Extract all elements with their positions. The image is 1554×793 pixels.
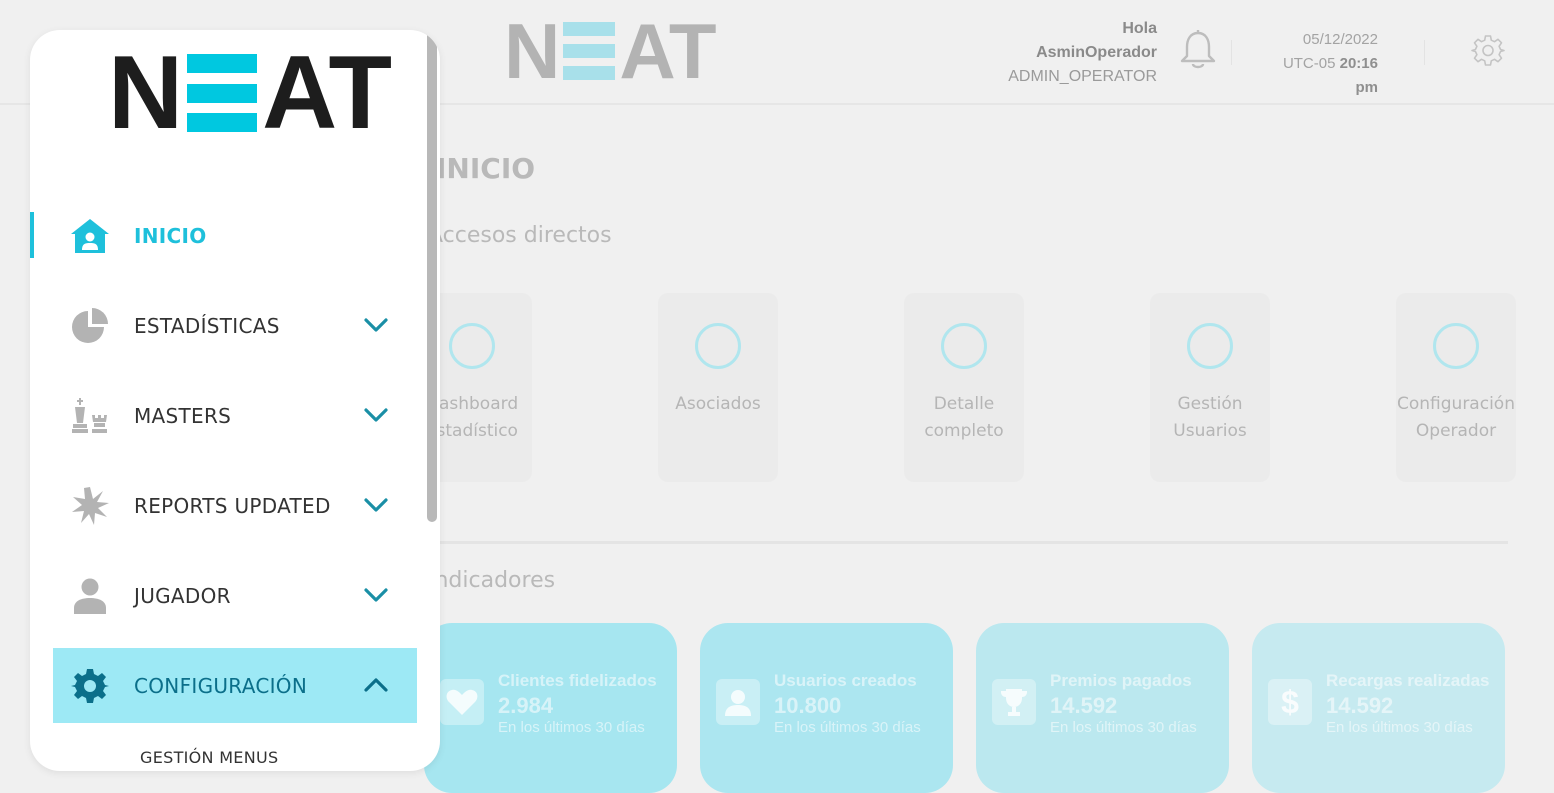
indicators-section-title: Indicadores bbox=[428, 568, 556, 593]
timezone: UTC-05 bbox=[1282, 55, 1336, 72]
indicator-title: Recargas realizadas bbox=[1326, 671, 1490, 690]
date-time: 05/12/2022 UTC-05 20:16 pm bbox=[1258, 28, 1378, 100]
shortcut-card-detalle[interactable]: Detalle completo bbox=[904, 293, 1024, 482]
shortcut-circle-icon bbox=[695, 323, 741, 369]
logo-letter-n: N bbox=[504, 7, 560, 95]
chevron-down-icon[interactable] bbox=[362, 585, 390, 605]
greeting: Hola bbox=[1122, 20, 1157, 37]
sidebar-subitem-gestion-menus[interactable]: GESTIÓN MENUS bbox=[140, 748, 278, 767]
sidebar-item-jugador[interactable]: JUGADOR bbox=[30, 558, 417, 633]
shortcut-label: Detalle completo bbox=[924, 394, 1004, 441]
settings-gear-icon[interactable] bbox=[1471, 33, 1505, 67]
chevron-down-icon[interactable] bbox=[362, 405, 390, 425]
header-divider bbox=[1231, 40, 1232, 65]
logo-letters-at: AT bbox=[262, 35, 392, 151]
chess-pieces-icon bbox=[69, 397, 111, 435]
sidebar-menu: N AT INICIO ESTADÍSTICAS MASTERS REPORTS… bbox=[30, 30, 440, 771]
shortcut-circle-icon bbox=[941, 323, 987, 369]
person-icon bbox=[69, 577, 111, 615]
user-role: ADMIN_OPERATOR bbox=[1008, 68, 1157, 85]
home-user-icon bbox=[69, 217, 111, 255]
active-indicator bbox=[30, 212, 34, 258]
indicator-value: 10.800 bbox=[774, 693, 842, 718]
indicator-value: 14.592 bbox=[1050, 693, 1118, 718]
sidebar-item-inicio[interactable]: INICIO bbox=[30, 198, 417, 273]
bell-icon[interactable] bbox=[1178, 28, 1218, 72]
shortcut-label: Asociados bbox=[675, 394, 761, 414]
shortcut-circle-icon bbox=[449, 323, 495, 369]
shortcut-card-gestion-usuarios[interactable]: Gestión Usuarios bbox=[1150, 293, 1270, 482]
page-title: INICIO bbox=[436, 152, 536, 185]
sidebar-item-label: ESTADÍSTICAS bbox=[134, 313, 280, 338]
shortcut-card-configuracion-operador[interactable]: Configuración Operador bbox=[1396, 293, 1516, 482]
indicator-card-recargas: $ Recargas realizadas 14.592 En los últi… bbox=[1252, 623, 1505, 793]
indicator-title: Usuarios creados bbox=[774, 671, 917, 690]
current-time: 20:16 pm bbox=[1339, 55, 1378, 96]
indicator-subtitle: En los últimos 30 días bbox=[1050, 719, 1197, 736]
sidebar-item-label: INICIO bbox=[134, 223, 207, 248]
logo-stripes bbox=[187, 54, 258, 132]
indicator-card-clientes: Clientes fidelizados 2.984 En los último… bbox=[424, 623, 677, 793]
dollar-icon: $ bbox=[1268, 679, 1312, 725]
sidebar-item-estadisticas[interactable]: ESTADÍSTICAS bbox=[30, 288, 417, 363]
shortcut-card-asociados[interactable]: Asociados bbox=[658, 293, 778, 482]
sidebar-item-label: JUGADOR bbox=[134, 583, 231, 608]
logo-letter-n: N bbox=[108, 35, 183, 151]
shortcuts-section-title: Accesos directos bbox=[428, 223, 612, 248]
sidebar-item-masters[interactable]: MASTERS bbox=[30, 378, 417, 453]
pie-chart-icon bbox=[69, 307, 111, 345]
indicator-subtitle: En los últimos 30 días bbox=[498, 719, 645, 736]
indicator-subtitle: En los últimos 30 días bbox=[1326, 719, 1473, 736]
sidebar-item-label: MASTERS bbox=[134, 403, 232, 428]
indicator-title: Premios pagados bbox=[1050, 671, 1192, 690]
indicator-card-usuarios: Usuarios creados 10.800 En los últimos 3… bbox=[700, 623, 953, 793]
heart-icon bbox=[440, 679, 484, 725]
username: AsminOperador bbox=[1036, 44, 1157, 61]
logo-stripes bbox=[563, 22, 616, 80]
header-divider bbox=[1424, 40, 1425, 65]
indicator-title: Clientes fidelizados bbox=[498, 671, 657, 690]
indicator-value: 2.984 bbox=[498, 693, 554, 718]
chevron-down-icon[interactable] bbox=[362, 315, 390, 335]
shortcut-circle-icon bbox=[1433, 323, 1479, 369]
gear-icon bbox=[69, 667, 111, 705]
indicator-subtitle: En los últimos 30 días bbox=[774, 719, 921, 736]
logo-letters-at: AT bbox=[619, 7, 716, 95]
shortcut-label: Configuración Operador bbox=[1397, 394, 1515, 441]
starburst-icon bbox=[69, 487, 111, 525]
chevron-down-icon[interactable] bbox=[362, 495, 390, 515]
current-date: 05/12/2022 bbox=[1302, 31, 1378, 48]
user-icon bbox=[716, 679, 760, 725]
sidebar-item-reports-updated[interactable]: REPORTS UPDATED bbox=[30, 468, 417, 543]
shortcut-circle-icon bbox=[1187, 323, 1233, 369]
sidebar-item-label: REPORTS UPDATED bbox=[134, 493, 331, 518]
sidebar-scrollbar[interactable] bbox=[427, 30, 437, 522]
header-logo: N AT bbox=[504, 12, 717, 90]
sidebar-logo: N AT bbox=[108, 41, 392, 145]
sidebar-item-label: CONFIGURACIÓN bbox=[134, 673, 308, 698]
indicator-card-premios: Premios pagados 14.592 En los últimos 30… bbox=[976, 623, 1229, 793]
sidebar-item-configuracion[interactable]: CONFIGURACIÓN bbox=[53, 648, 417, 723]
current-time-row: UTC-05 20:16 pm bbox=[1258, 52, 1378, 100]
chevron-up-icon[interactable] bbox=[362, 675, 390, 695]
user-info: Hola AsminOperador ADMIN_OPERATOR bbox=[1008, 17, 1157, 89]
shortcut-label: Gestión Usuarios bbox=[1173, 394, 1247, 441]
section-divider bbox=[428, 541, 1508, 544]
trophy-icon bbox=[992, 679, 1036, 725]
indicator-value: 14.592 bbox=[1326, 693, 1394, 718]
